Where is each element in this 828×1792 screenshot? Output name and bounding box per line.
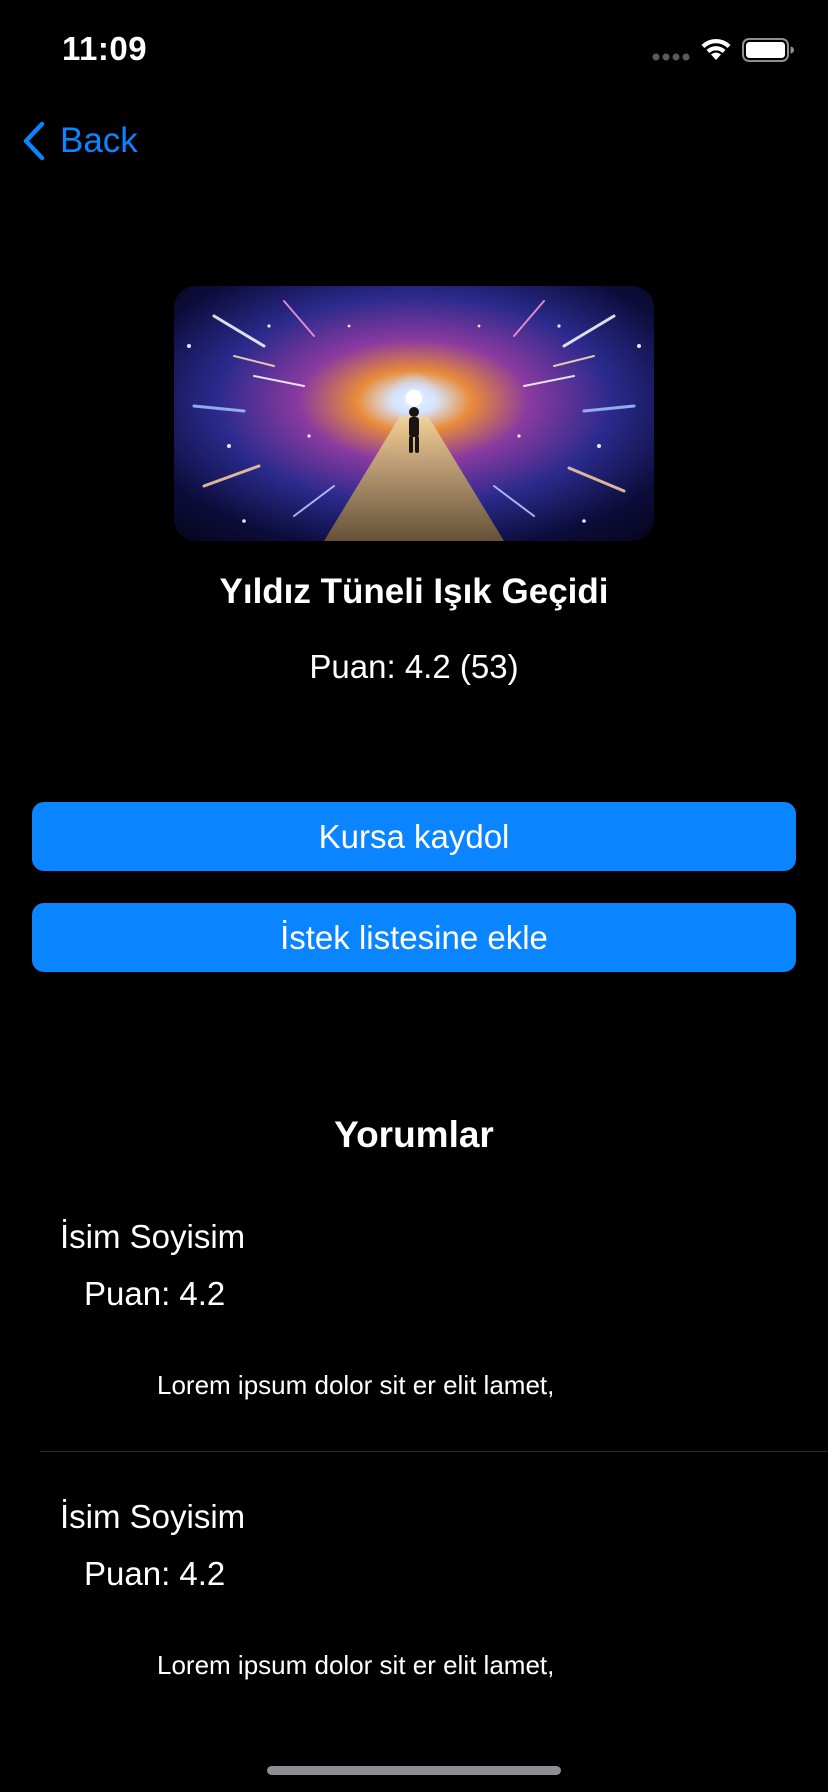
review-text: Lorem ipsum dolor sit er elit lamet, xyxy=(157,1370,555,1400)
review-divider xyxy=(40,1451,828,1452)
battery-icon xyxy=(742,38,794,62)
cellular-dots-icon xyxy=(652,53,690,61)
enroll-button[interactable]: Kursa kaydol xyxy=(32,802,796,871)
reviews-section-title: Yorumlar xyxy=(334,1114,494,1155)
review-text: Lorem ipsum dolor sit er elit lamet, xyxy=(157,1650,555,1680)
status-time: 11:09 xyxy=(62,30,148,67)
wifi-icon xyxy=(701,38,731,60)
status-bar: 11:09 xyxy=(0,0,828,100)
reviewer-name: İsim Soyisim xyxy=(60,1218,246,1255)
back-button-label: Back xyxy=(60,121,138,160)
add-to-wishlist-button[interactable]: İstek listesine ekle xyxy=(32,903,796,972)
home-indicator[interactable] xyxy=(267,1766,561,1775)
back-button[interactable]: Back xyxy=(22,118,138,164)
course-image xyxy=(174,286,654,541)
course-rating: Puan: 4.2 (53) xyxy=(309,648,519,685)
back-chevron-icon xyxy=(23,121,45,161)
reviewer-name: İsim Soyisim xyxy=(60,1498,246,1535)
course-title: Yıldız Tüneli Işık Geçidi xyxy=(219,572,609,611)
review-rating: Puan: 4.2 xyxy=(84,1275,226,1312)
review-rating: Puan: 4.2 xyxy=(84,1555,226,1592)
